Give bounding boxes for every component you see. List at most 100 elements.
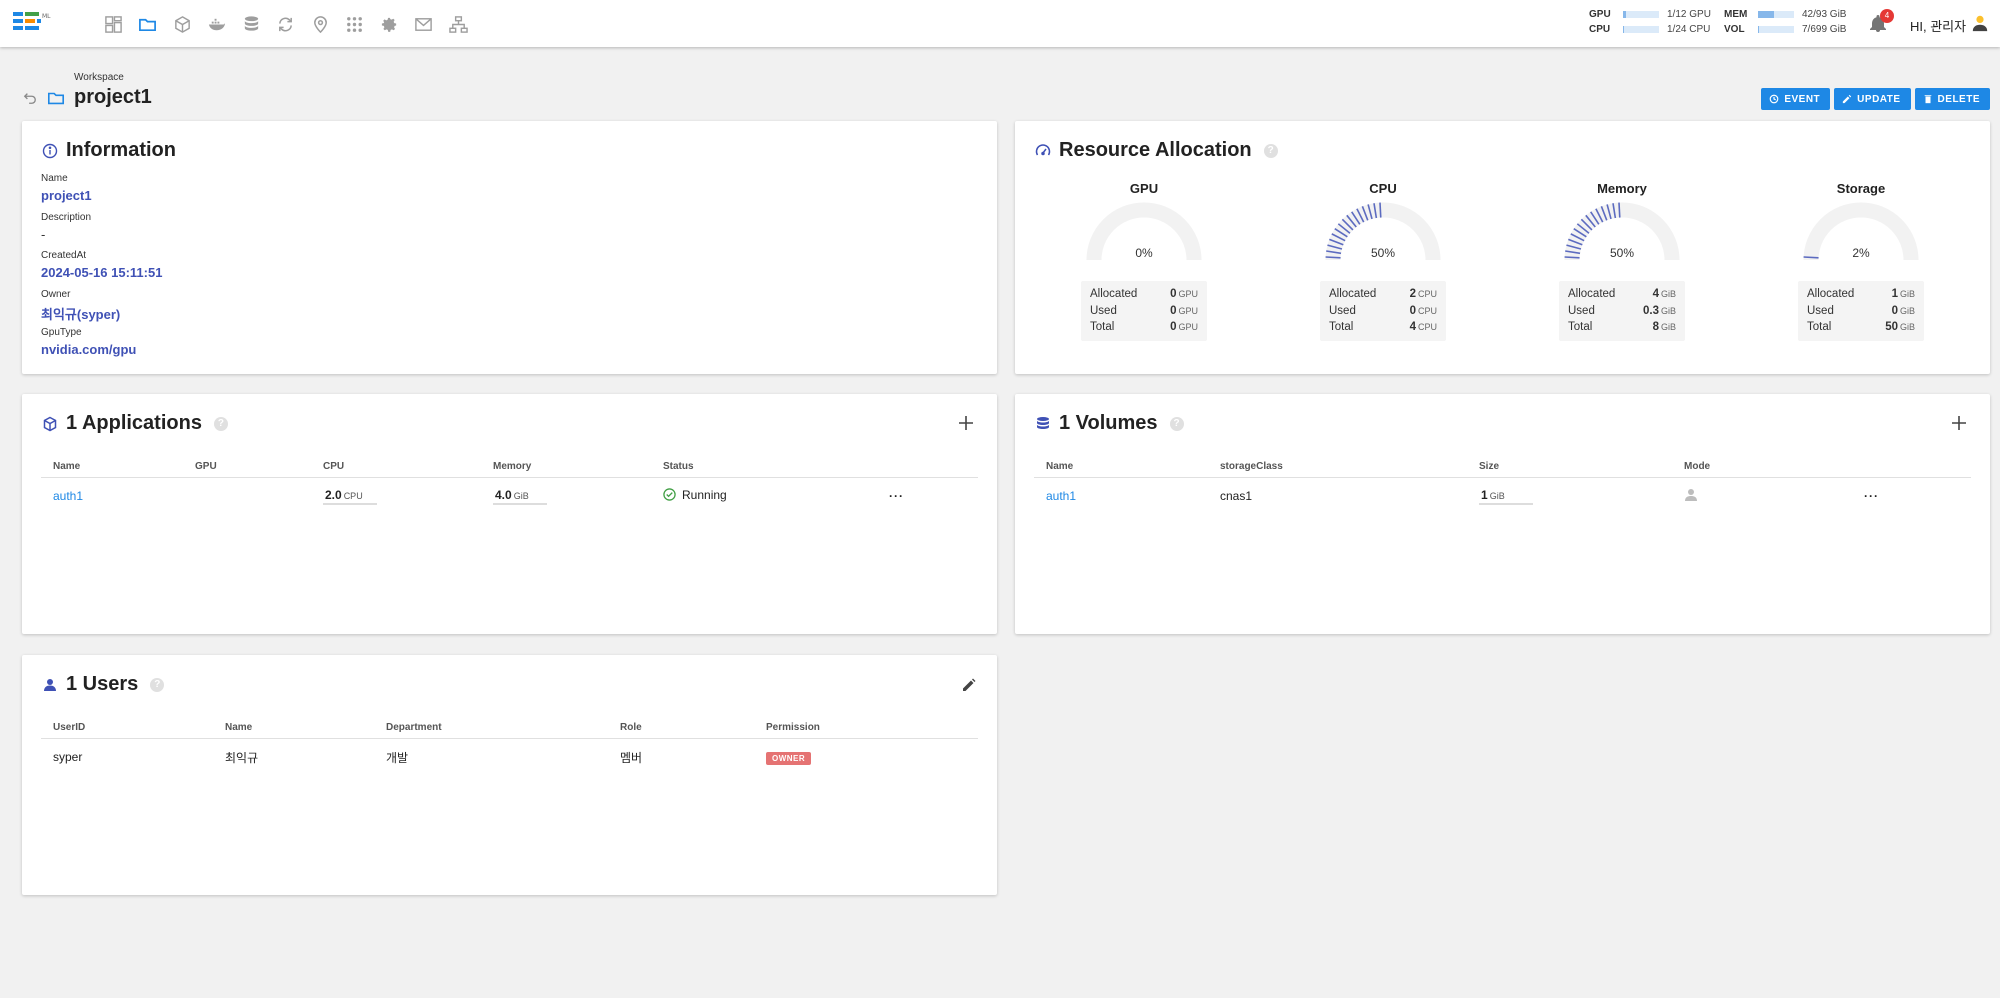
column-header[interactable]: Name — [41, 461, 183, 472]
app-memory: 4.0 GiB — [481, 488, 651, 505]
applications-card: 1 Applications ? Name GPU CPU Memory Sta… — [22, 394, 997, 634]
help-icon[interactable]: ? — [213, 416, 228, 431]
notification-badge: 4 — [1880, 9, 1894, 23]
column-header[interactable]: Mode — [1672, 461, 1852, 472]
column-header[interactable]: Name — [213, 722, 374, 733]
total-value: 0 — [1170, 321, 1177, 333]
event-button[interactable]: EVENT — [1761, 88, 1831, 110]
help-icon[interactable]: ? — [150, 677, 165, 692]
avatar-icon[interactable] — [1971, 14, 1989, 32]
delete-button[interactable]: DELETE — [1914, 88, 1990, 110]
gauge-tick — [1325, 256, 1341, 259]
trash-icon — [1924, 95, 1931, 104]
unit: GiB — [1660, 289, 1676, 299]
docker-icon[interactable] — [200, 12, 235, 36]
resource-allocation-card: Resource Allocation ? GPU 0% Allocated 0 G… — [1015, 121, 1990, 374]
field-value: 2024-05-16 15:11:51 — [41, 265, 163, 280]
usage-bar — [1758, 11, 1794, 18]
column-header[interactable]: Role — [608, 722, 754, 733]
update-button[interactable]: UPDATE — [1834, 88, 1911, 110]
usage-label: CPU — [1589, 24, 1611, 35]
volume-size: 1 GiB — [1467, 488, 1672, 505]
unit: GiB — [1660, 305, 1676, 316]
add-volume-button[interactable] — [1950, 414, 1968, 432]
help-icon[interactable]: ? — [1169, 416, 1184, 431]
table-row[interactable]: syper 최익규 개발 멤버 OWNER — [41, 739, 978, 775]
unit: GiB — [1899, 322, 1915, 332]
cpu-value: 2.0 — [325, 487, 342, 502]
used-value: 0 — [1891, 304, 1898, 317]
database-icon[interactable] — [234, 12, 269, 36]
field-description: Description - — [41, 212, 162, 251]
field-value: project1 — [41, 188, 92, 203]
more-options-button[interactable]: ··· — [1852, 489, 1879, 503]
add-application-button[interactable] — [957, 414, 975, 432]
column-header[interactable]: UserID — [41, 722, 213, 733]
card-title: 1 Volumes ? — [1035, 412, 1184, 435]
mail-icon[interactable] — [407, 12, 442, 36]
location-icon[interactable] — [303, 12, 338, 36]
edit-users-button[interactable] — [961, 677, 977, 693]
unit: GiB — [1660, 322, 1676, 332]
folder-icon[interactable] — [131, 12, 166, 36]
usage-mem-vol: MEM 42/93 GiB VOL 7/699 GiB — [1724, 9, 1846, 35]
volumes-card: 1 Volumes ? Name storageClass Size Mode … — [1015, 394, 1990, 634]
field-value: nvidia.com/gpu — [41, 342, 137, 357]
cube-icon[interactable] — [165, 12, 200, 36]
users-title: 1 Users — [66, 673, 139, 695]
help-icon[interactable]: ? — [1263, 143, 1278, 158]
gear-icon[interactable] — [372, 12, 407, 36]
user-greeting[interactable]: HI, 관리자 — [1910, 16, 1966, 35]
folder-icon — [47, 92, 65, 105]
dashboard-icon[interactable] — [96, 12, 131, 36]
volume-name-link[interactable]: auth1 — [1034, 489, 1208, 503]
apps-icon[interactable] — [338, 12, 373, 36]
column-header[interactable]: Status — [651, 461, 877, 472]
delete-button-label: DELETE — [1937, 93, 1980, 105]
app-name-link[interactable]: auth1 — [41, 489, 183, 503]
page-title: project1 — [74, 86, 152, 108]
breadcrumb[interactable]: Workspace — [74, 72, 124, 83]
person-icon — [44, 678, 56, 691]
table-row[interactable]: auth1 cnas1 1 GiB ··· — [1034, 478, 1971, 514]
column-header[interactable]: Size — [1467, 461, 1672, 472]
usage-label: VOL — [1724, 24, 1745, 35]
back-icon[interactable] — [23, 91, 37, 105]
column-header[interactable]: GPU — [183, 461, 311, 472]
unit: CPU — [1417, 322, 1437, 332]
used-value: 0 — [1170, 304, 1177, 317]
unit: GPU — [1178, 305, 1198, 316]
column-header[interactable]: CPU — [311, 461, 481, 472]
card-title: 1 Users ? — [42, 673, 165, 696]
volume-mode — [1672, 488, 1852, 505]
column-header[interactable]: storageClass — [1208, 461, 1467, 472]
usage-gpu-cpu: GPU 1/12 GPU CPU 1/24 CPU — [1589, 9, 1711, 35]
sitemap-icon[interactable] — [441, 12, 476, 36]
column-header[interactable]: Memory — [481, 461, 651, 472]
resource-name: Storage — [1836, 181, 1886, 196]
check-circle-icon — [663, 488, 676, 501]
row-label: Total — [1090, 321, 1115, 333]
column-header[interactable]: Department — [374, 722, 608, 733]
update-button-label: UPDATE — [1857, 93, 1901, 105]
usage-bar — [1623, 11, 1659, 18]
table-row[interactable]: auth1 2.0 CPU 4.0 GiB Running ··· — [41, 478, 978, 514]
resource-gpu: GPU 0% Allocated 0 GPU Used 0 GPU Total 0 GPU — [1079, 181, 1209, 341]
cpu-unit: CPU — [343, 490, 363, 501]
applications-table: Name GPU CPU Memory Status auth1 2.0 CPU … — [41, 456, 978, 514]
users-card: 1 Users ? UserID Name Department Role Pe… — [22, 655, 997, 895]
resource-table: Allocated 2 CPU Used 0 CPU Total 4 CPU — [1320, 281, 1446, 341]
card-title: 1 Applications ? — [42, 412, 228, 435]
main-nav — [96, 12, 476, 36]
speedometer-icon — [1035, 143, 1051, 155]
more-options-button[interactable]: ··· — [877, 489, 904, 503]
column-header[interactable]: Permission — [754, 722, 954, 733]
status-text: Running — [682, 487, 727, 502]
column-header[interactable]: Name — [1034, 461, 1208, 472]
gauge: 2% — [1803, 202, 1919, 261]
sync-icon[interactable] — [269, 12, 304, 36]
gauge-tick — [1379, 202, 1382, 218]
row-label: Allocated — [1568, 288, 1616, 300]
usage-label: GPU — [1589, 9, 1611, 20]
user-permission: OWNER — [754, 750, 954, 765]
